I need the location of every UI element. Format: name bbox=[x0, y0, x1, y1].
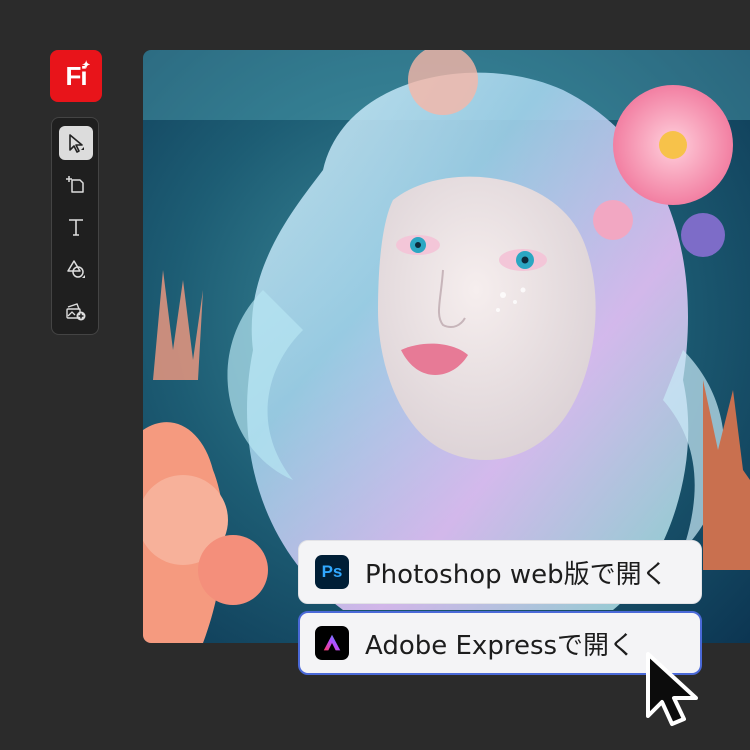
select-arrow-icon bbox=[69, 134, 84, 153]
text-tool-button[interactable] bbox=[59, 210, 93, 244]
adobe-express-icon bbox=[315, 626, 349, 660]
open-in-photoshop-web-menu-item[interactable]: Ps Photoshop web版で開く bbox=[298, 540, 702, 604]
artboard-add-icon bbox=[66, 176, 84, 193]
select-tool-button[interactable] bbox=[59, 126, 93, 160]
tool-panel bbox=[51, 117, 99, 335]
mouse-pointer-icon bbox=[646, 652, 698, 726]
image-tool-button[interactable] bbox=[59, 294, 93, 328]
menu-item-label: Photoshop web版で開く bbox=[365, 559, 668, 590]
image-add-icon bbox=[66, 303, 86, 321]
menu-item-label: Adobe Expressで開く bbox=[365, 630, 636, 661]
photoshop-app-icon: Ps bbox=[315, 555, 349, 589]
app-logo[interactable]: Fi ✦ bbox=[50, 50, 102, 102]
sparkle-icon: ✦ bbox=[82, 60, 90, 71]
shapes-icon bbox=[67, 260, 85, 278]
shape-tool-button[interactable] bbox=[59, 252, 93, 286]
text-type-icon bbox=[69, 219, 83, 236]
artboard-tool-button[interactable] bbox=[59, 168, 93, 202]
photoshop-icon-text: Ps bbox=[321, 562, 343, 581]
